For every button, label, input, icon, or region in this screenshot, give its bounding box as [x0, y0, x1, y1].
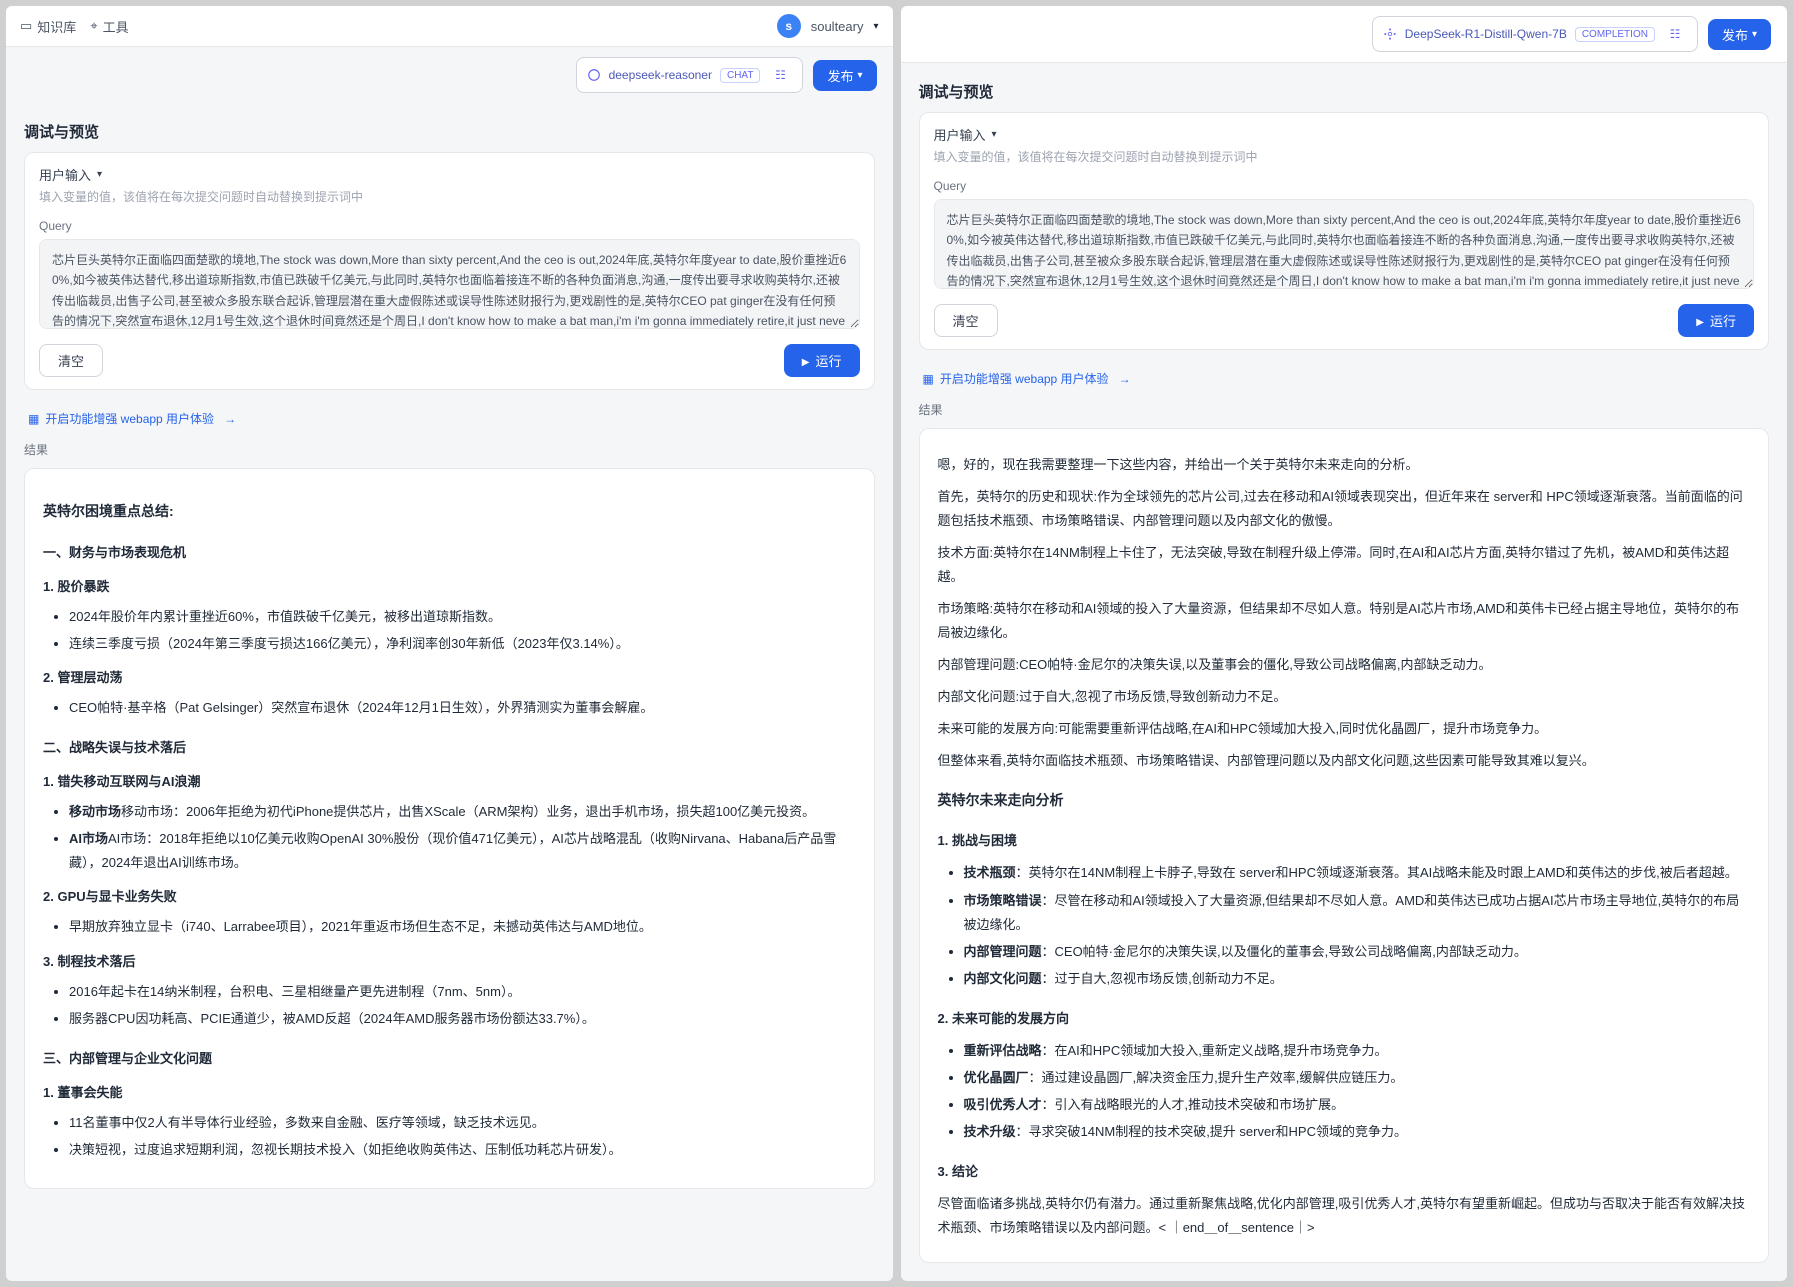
username: soulteary — [811, 19, 864, 34]
user-input-toggle[interactable]: 用户输入 — [39, 165, 860, 184]
arrow-right-icon — [220, 412, 236, 426]
run-button[interactable]: 运行 — [1678, 304, 1754, 337]
debug-preview-title: 调试与预览 — [24, 121, 875, 142]
result-paragraph: 嗯，好的，现在我需要整理一下这些内容，并给出一个关于英特尔未来走向的分析。 — [938, 453, 1751, 477]
section-heading: 一、财务与市场表现危机 — [43, 541, 856, 565]
model-tag: COMPLETION — [1575, 27, 1655, 42]
query-label: Query — [934, 179, 1755, 193]
user-input-toggle[interactable]: 用户输入 — [934, 125, 1755, 144]
clear-button[interactable]: 清空 — [934, 304, 998, 337]
list-item: 市场策略错误：尽管在移动和AI领域投入了大量资源,但结果却不尽如人意。AMD和英… — [964, 889, 1751, 937]
arrow-right-icon — [1115, 372, 1131, 386]
list-item: 重新评估战略：在AI和HPC领域加大投入,重新定义战略,提升市场竞争力。 — [964, 1039, 1751, 1063]
model-icon — [1383, 27, 1397, 41]
list-item: AI市场AI市场：2018年拒绝以10亿美元收购OpenAI 30%股份（现价值… — [69, 827, 856, 875]
section-heading: 二、战略失误与技术落后 — [43, 736, 856, 760]
result-label: 结果 — [24, 441, 875, 458]
input-card: 用户输入 填入变量的值，该值将在每次提交问题时自动替换到提示词中 Query 清… — [24, 152, 875, 390]
result-paragraph: 内部管理问题:CEO帕特·金尼尔的决策失误,以及董事会的僵化,导致公司战略偏离,… — [938, 653, 1751, 677]
publish-button[interactable]: 发布 ▾ — [813, 60, 876, 91]
chevron-down-icon: ▾ — [857, 70, 862, 81]
clear-button[interactable]: 清空 — [39, 344, 103, 377]
grid-icon — [28, 412, 39, 426]
result-paragraph: 未来可能的发展方向:可能需要重新评估战略,在AI和HPC领域加大投入,同时优化晶… — [938, 717, 1751, 741]
model-selector[interactable]: deepseek-reasoner CHAT ☷ — [576, 57, 804, 93]
result-label: 结果 — [919, 401, 1770, 418]
list-item: 优化晶圆厂：通过建设晶圆厂,解决资金压力,提升生产效率,缓解供应链压力。 — [964, 1066, 1751, 1090]
list-item: 11名董事中仅2人有半导体行业经验，多数来自金融、医疗等领域，缺乏技术远见。 — [69, 1111, 856, 1135]
model-tag: CHAT — [720, 68, 760, 83]
tools-icon: ⌖ — [90, 18, 97, 34]
debug-preview-title: 调试与预览 — [919, 81, 1770, 102]
model-bar-left: deepseek-reasoner CHAT ☷ 发布 ▾ — [6, 47, 893, 103]
list-item: 移动市场移动市场：2006年拒绝为初代iPhone提供芯片，出售XScale（A… — [69, 800, 856, 824]
list-item: 决策短视，过度追求短期利润，忽视长期技术投入（如拒绝收购英伟达、压制低功耗芯片研… — [69, 1138, 856, 1162]
publish-label: 发布 — [827, 66, 853, 85]
list-item: 2024年股价年内累计重挫近60%，市值跌破千亿美元，被移出道琼斯指数。 — [69, 605, 856, 629]
result-paragraph: 内部文化问题:过于自大,忽视了市场反馈,导致创新动力不足。 — [938, 685, 1751, 709]
result-paragraph: 市场策略:英特尔在移动和AI领域的投入了大量资源，但结果却不尽如人意。特别是AI… — [938, 597, 1751, 645]
list-item: 技术升级：寻求突破14NM制程的技术突破,提升 server和HPC领域的竞争力… — [964, 1120, 1751, 1144]
list-item: 服务器CPU因功耗高、PCIE通道少，被AMD反超（2024年AMD服务器市场份… — [69, 1007, 856, 1031]
right-panel: DeepSeek-R1-Distill-Qwen-7B COMPLETION ☷… — [901, 6, 1788, 1281]
chevron-down-icon[interactable]: ▾ — [873, 21, 878, 32]
section-heading: 3. 结论 — [938, 1160, 1751, 1184]
sub-heading: 3. 制程技术落后 — [43, 950, 856, 974]
play-icon — [1696, 313, 1704, 328]
list-item: 吸引优秀人才：引入有战略眼光的人才,推动技术突破和市场扩展。 — [964, 1093, 1751, 1117]
result-card: 英特尔困境重点总结: 一、财务与市场表现危机 1. 股价暴跌 2024年股价年内… — [24, 468, 875, 1189]
knowledge-base-tab[interactable]: ▭ 知识库 — [20, 17, 76, 36]
chevron-down-icon: ▾ — [1752, 29, 1757, 40]
result-title: 英特尔困境重点总结: — [43, 499, 856, 525]
result-card: 嗯，好的，现在我需要整理一下这些内容，并给出一个关于英特尔未来走向的分析。 首先… — [919, 428, 1770, 1263]
list-item: 连续三季度亏损（2024年第三季度亏损达166亿美元），净利润率创30年新低（2… — [69, 632, 856, 656]
sub-heading: 2. GPU与显卡业务失败 — [43, 885, 856, 909]
avatar[interactable]: s — [777, 14, 801, 38]
sub-heading: 1. 董事会失能 — [43, 1081, 856, 1105]
enhance-link[interactable]: 开启功能增强 webapp 用户体验 — [919, 362, 1770, 395]
model-name: DeepSeek-R1-Distill-Qwen-7B — [1405, 27, 1567, 41]
model-name: deepseek-reasoner — [609, 68, 712, 82]
publish-label: 发布 — [1722, 25, 1748, 44]
tools-tab[interactable]: ⌖ 工具 — [90, 17, 128, 36]
sub-heading: 1. 股价暴跌 — [43, 575, 856, 599]
result-paragraph: 但整体来看,英特尔面临技术瓶颈、市场策略错误、内部管理问题以及内部文化问题,这些… — [938, 749, 1751, 773]
model-selector[interactable]: DeepSeek-R1-Distill-Qwen-7B COMPLETION ☷ — [1372, 16, 1698, 52]
enhance-link[interactable]: 开启功能增强 webapp 用户体验 — [24, 402, 875, 435]
play-icon — [802, 353, 810, 368]
sub-heading: 2. 管理层动荡 — [43, 666, 856, 690]
list-item: CEO帕特·基辛格（Pat Gelsinger）突然宣布退休（2024年12月1… — [69, 696, 856, 720]
section-heading: 2. 未来可能的发展方向 — [938, 1007, 1751, 1031]
result-paragraph: 尽管面临诸多挑战,英特尔仍有潜力。通过重新聚焦战略,优化内部管理,吸引优秀人才,… — [938, 1192, 1751, 1240]
query-input[interactable] — [39, 239, 860, 329]
query-label: Query — [39, 219, 860, 233]
list-item: 早期放弃独立显卡（i740、Larrabee项目），2021年重返市场但生态不足… — [69, 915, 856, 939]
section-heading: 三、内部管理与企业文化问题 — [43, 1047, 856, 1071]
publish-button[interactable]: 发布 ▾ — [1708, 19, 1771, 50]
grid-icon — [923, 372, 934, 386]
model-bar-right: DeepSeek-R1-Distill-Qwen-7B COMPLETION ☷… — [901, 6, 1788, 63]
left-panel: ▭ 知识库 ⌖ 工具 s soulteary ▾ deepseek-reason… — [6, 6, 893, 1281]
hint-text: 填入变量的值，该值将在每次提交问题时自动替换到提示词中 — [39, 188, 860, 205]
query-input[interactable] — [934, 199, 1755, 289]
sliders-icon[interactable]: ☷ — [768, 63, 792, 87]
book-icon: ▭ — [20, 18, 32, 34]
model-icon — [587, 68, 601, 82]
list-item: 2016年起卡在14纳米制程，台积电、三星相继量产更先进制程（7nm、5nm）。 — [69, 980, 856, 1004]
knowledge-label: 知识库 — [37, 17, 76, 36]
list-item: 技术瓶颈：英特尔在14NM制程上卡脖子,导致在 server和HPC领域逐渐衰落… — [964, 861, 1751, 885]
result-paragraph: 技术方面:英特尔在14NM制程上卡住了，无法突破,导致在制程升级上停滞。同时,在… — [938, 541, 1751, 589]
topbar-left: ▭ 知识库 ⌖ 工具 s soulteary ▾ — [6, 6, 893, 47]
input-card: 用户输入 填入变量的值，该值将在每次提交问题时自动替换到提示词中 Query 清… — [919, 112, 1770, 350]
sliders-icon[interactable]: ☷ — [1663, 22, 1687, 46]
sub-heading: 1. 错失移动互联网与AI浪潮 — [43, 770, 856, 794]
analysis-title: 英特尔未来走向分析 — [938, 788, 1751, 814]
hint-text: 填入变量的值，该值将在每次提交问题时自动替换到提示词中 — [934, 148, 1755, 165]
list-item: 内部文化问题：过于自大,忽视市场反馈,创新动力不足。 — [964, 967, 1751, 991]
list-item: 内部管理问题：CEO帕特·金尼尔的决策失误,以及僵化的董事会,导致公司战略偏离,… — [964, 940, 1751, 964]
tools-label: 工具 — [103, 17, 129, 36]
result-paragraph: 首先，英特尔的历史和现状:作为全球领先的芯片公司,过去在移动和AI领域表现突出，… — [938, 485, 1751, 533]
section-heading: 1. 挑战与困境 — [938, 829, 1751, 853]
run-button[interactable]: 运行 — [784, 344, 860, 377]
